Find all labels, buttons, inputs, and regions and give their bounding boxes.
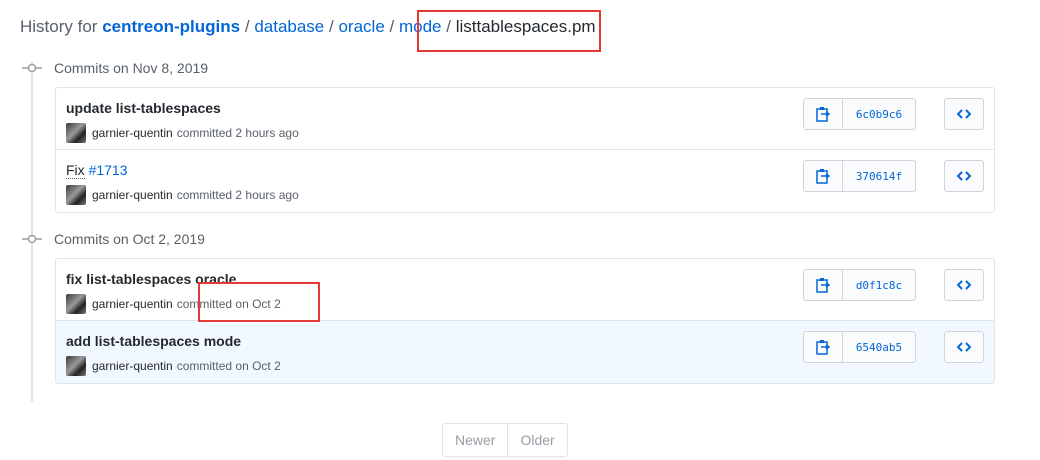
path-link-oracle[interactable]: oracle xyxy=(338,17,384,36)
avatar[interactable] xyxy=(66,123,86,143)
path-link-database[interactable]: database xyxy=(254,17,324,36)
sha-button-group: 370614f xyxy=(803,160,916,192)
group-date: Commits on Oct 2, 2019 xyxy=(54,231,205,247)
commit-title[interactable]: update list-tablespaces xyxy=(66,100,221,116)
avatar[interactable] xyxy=(66,185,86,205)
commit-group-header: Commits on Nov 8, 2019 xyxy=(22,60,208,76)
avatar[interactable] xyxy=(66,356,86,376)
copy-sha-button[interactable] xyxy=(804,99,843,129)
breadcrumb-prefix: History for xyxy=(20,17,98,36)
commit-title[interactable]: add list-tablespaces mode xyxy=(66,333,241,349)
commit-row: Fix #1713 garnier-quentin committed 2 ho… xyxy=(56,150,994,212)
git-commit-icon xyxy=(22,63,42,73)
sha-link[interactable]: 6c0b9c6 xyxy=(843,99,915,129)
browse-files-button[interactable] xyxy=(944,160,984,192)
code-icon xyxy=(957,171,971,181)
breadcrumb-separator: / xyxy=(244,17,250,36)
annotation-box-date xyxy=(198,282,320,322)
browse-files-button[interactable] xyxy=(944,269,984,301)
browse-files-button[interactable] xyxy=(944,98,984,130)
commit-time: committed 2 hours ago xyxy=(176,126,299,140)
commit-list: update list-tablespaces garnier-quentin … xyxy=(55,87,995,213)
code-icon xyxy=(957,342,971,352)
avatar[interactable] xyxy=(66,294,86,314)
author-link[interactable]: garnier-quentin xyxy=(92,126,173,140)
code-icon xyxy=(957,109,971,119)
author-link[interactable]: garnier-quentin xyxy=(92,297,173,311)
code-icon xyxy=(957,280,971,290)
commit-row: add list-tablespaces mode garnier-quenti… xyxy=(56,321,994,383)
author-link[interactable]: garnier-quentin xyxy=(92,359,173,373)
commit-meta: garnier-quentin committed 2 hours ago xyxy=(66,123,299,143)
sha-button-group: d0f1c8c xyxy=(803,269,916,301)
commit-meta: garnier-quentin committed on Oct 2 xyxy=(66,356,281,376)
sha-button-group: 6540ab5 xyxy=(803,331,916,363)
commit-title-text[interactable]: Fix xyxy=(66,162,85,179)
sha-link[interactable]: 6540ab5 xyxy=(843,332,915,362)
pagination: Newer Older xyxy=(442,423,568,457)
commit-row: update list-tablespaces garnier-quentin … xyxy=(56,88,994,150)
sha-link[interactable]: 370614f xyxy=(843,161,915,191)
sha-link[interactable]: d0f1c8c xyxy=(843,270,915,300)
commit-group-header: Commits on Oct 2, 2019 xyxy=(22,231,205,247)
repo-link[interactable]: centreon-plugins xyxy=(102,17,240,36)
issue-link[interactable]: #1713 xyxy=(89,162,128,178)
author-link[interactable]: garnier-quentin xyxy=(92,188,173,202)
commit-time: committed on Oct 2 xyxy=(176,359,281,373)
breadcrumb-separator: / xyxy=(329,17,334,36)
newer-button[interactable]: Newer xyxy=(443,424,507,456)
clipboard-icon xyxy=(816,169,830,184)
breadcrumb-separator: / xyxy=(389,17,395,36)
browse-files-button[interactable] xyxy=(944,331,984,363)
commit-time: committed 2 hours ago xyxy=(176,188,299,202)
copy-sha-button[interactable] xyxy=(804,161,843,191)
commit-title: Fix #1713 xyxy=(66,162,128,179)
git-commit-icon xyxy=(22,234,42,244)
sha-button-group: 6c0b9c6 xyxy=(803,98,916,130)
clipboard-icon xyxy=(816,340,830,355)
commit-row: fix list-tablespaces oracle garnier-quen… xyxy=(56,259,994,321)
commit-meta: garnier-quentin committed 2 hours ago xyxy=(66,185,299,205)
clipboard-icon xyxy=(816,278,830,293)
annotation-box-filename xyxy=(417,10,601,52)
copy-sha-button[interactable] xyxy=(804,270,843,300)
clipboard-icon xyxy=(816,107,830,122)
group-date: Commits on Nov 8, 2019 xyxy=(54,60,209,76)
older-button[interactable]: Older xyxy=(507,424,566,456)
copy-sha-button[interactable] xyxy=(804,332,843,362)
commit-list: fix list-tablespaces oracle garnier-quen… xyxy=(55,258,995,384)
